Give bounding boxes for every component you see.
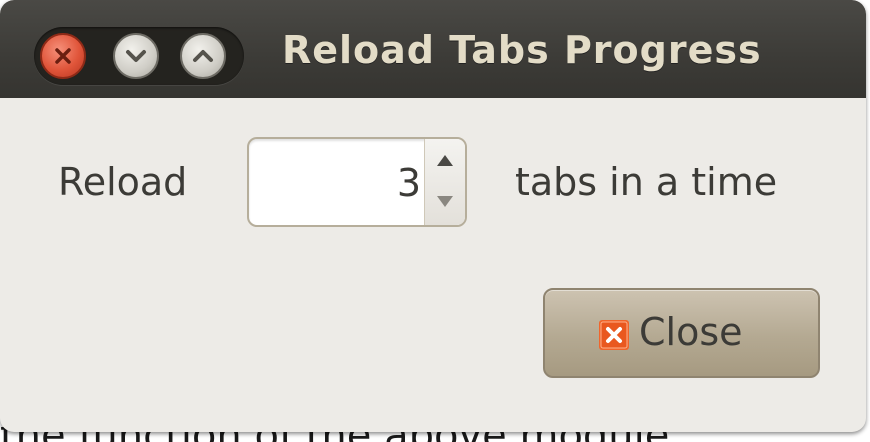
spin-down-button[interactable] xyxy=(425,182,465,225)
tabs-in-a-time-label: tabs in a time xyxy=(515,160,778,204)
title-bar[interactable]: Reload Tabs Progress xyxy=(0,0,866,98)
tabs-count-spinbox xyxy=(247,137,467,227)
arrow-up-icon xyxy=(437,155,453,166)
window-minimize-button[interactable] xyxy=(113,33,159,79)
window-controls xyxy=(34,27,244,85)
close-button[interactable]: Close xyxy=(543,288,820,378)
maximize-icon xyxy=(193,50,213,62)
dialog-window: Reload Tabs Progress Reload tabs in a ti… xyxy=(0,0,866,432)
tabs-count-input[interactable] xyxy=(253,145,425,221)
window-title: Reload Tabs Progress xyxy=(282,28,762,72)
window-maximize-button[interactable] xyxy=(180,33,226,79)
arrow-down-icon xyxy=(437,196,453,207)
minimize-icon xyxy=(126,50,146,62)
spin-buttons xyxy=(424,139,465,225)
spin-up-button[interactable] xyxy=(425,139,465,182)
window-close-button[interactable] xyxy=(40,33,86,79)
close-icon xyxy=(55,48,71,64)
reload-label: Reload xyxy=(58,160,188,204)
close-button-label: Close xyxy=(639,310,743,354)
close-icon xyxy=(599,320,629,350)
